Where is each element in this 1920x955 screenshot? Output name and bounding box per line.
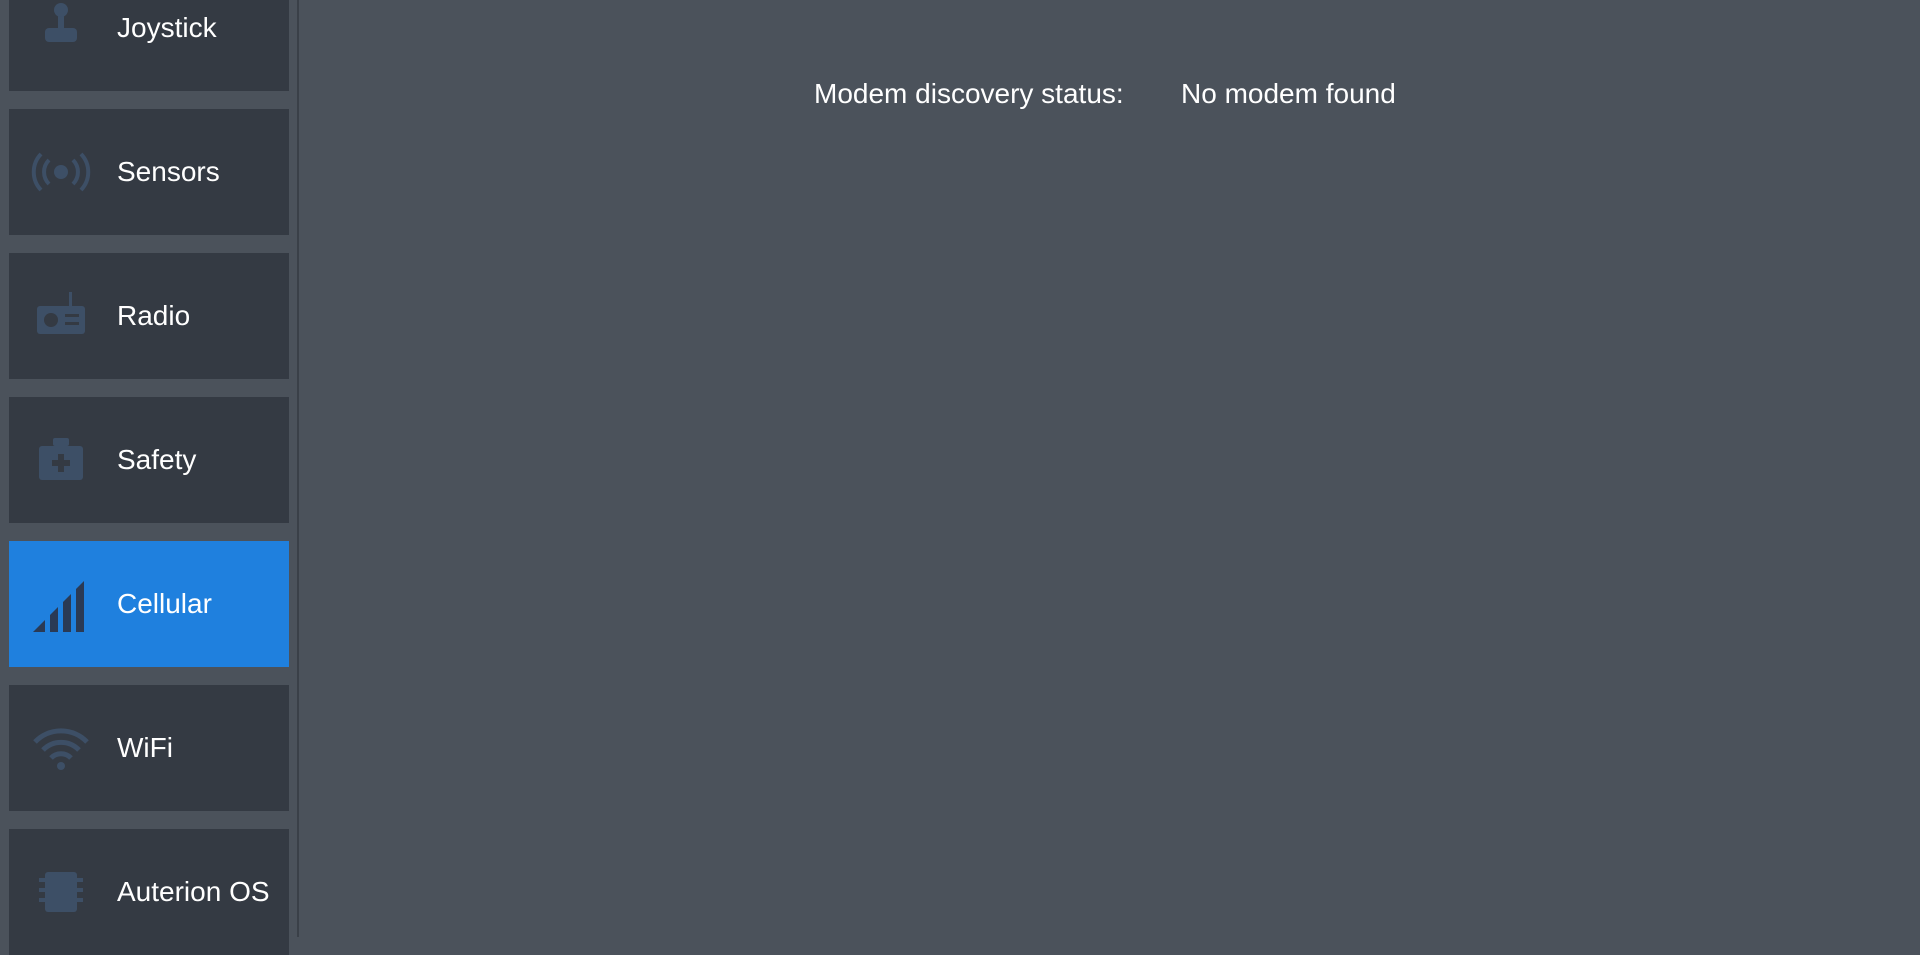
sidebar-item-auterion-os[interactable]: Auterion OS: [9, 829, 289, 955]
sidebar-item-joystick[interactable]: Joystick: [9, 0, 289, 91]
cellular-signal-icon: [31, 574, 91, 634]
sidebar-item-sensors[interactable]: Sensors: [9, 109, 289, 235]
sidebar-item-cellular[interactable]: Cellular: [9, 541, 289, 667]
sidebar-item-label: Cellular: [117, 588, 212, 619]
sidebar-item-label: Radio: [117, 300, 191, 331]
sidebar-item-wifi[interactable]: WiFi: [9, 685, 289, 811]
radio-icon: [31, 286, 91, 346]
sidebar-divider: [297, 0, 299, 937]
sidebar-item-radio[interactable]: Radio: [9, 253, 289, 379]
sidebar-item-label: Safety: [117, 444, 197, 475]
joystick-icon: [31, 0, 91, 58]
wifi-icon: [31, 718, 91, 778]
sidebar-item-label: WiFi: [117, 732, 173, 763]
sidebar-item-safety[interactable]: Safety: [9, 397, 289, 523]
sidebar-item-label: Sensors: [117, 156, 220, 187]
modem-status-label: Modem discovery status:: [814, 78, 1124, 109]
settings-sidebar: Joystick Sensors Radio Safety Cellular W…: [0, 0, 298, 955]
sidebar-item-label: Auterion OS: [117, 876, 270, 907]
app-window: Joystick Sensors Radio Safety Cellular W…: [0, 0, 1920, 955]
modem-status-value: No modem found: [1181, 78, 1396, 109]
sidebar-item-label: Joystick: [117, 12, 217, 43]
sensors-icon: [31, 142, 91, 202]
safety-icon: [31, 430, 91, 490]
auterion-os-icon: [31, 862, 91, 922]
